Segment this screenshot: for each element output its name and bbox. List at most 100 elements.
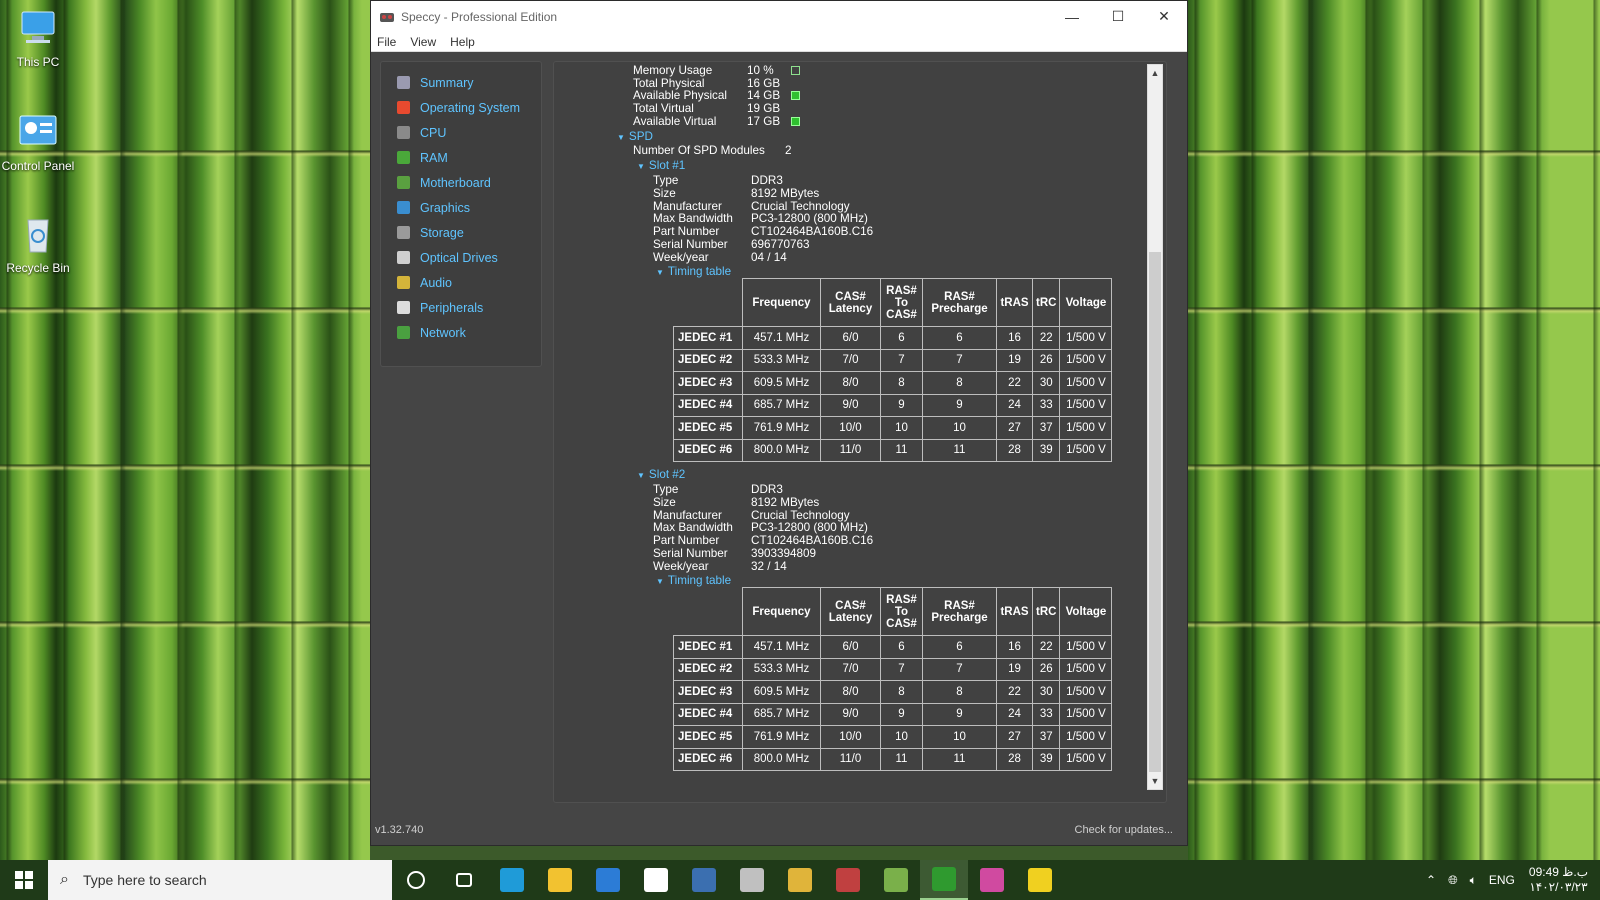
- slot-title[interactable]: Slot #2: [649, 468, 685, 481]
- timing-cell: 1/500 V: [1059, 393, 1113, 417]
- taskbar-app-edge[interactable]: [488, 860, 536, 900]
- timing-cell: 7: [922, 348, 997, 372]
- taskbar-app-speccy[interactable]: [824, 860, 872, 900]
- vertical-scrollbar[interactable]: ▲ ▼: [1147, 64, 1163, 790]
- taskbar-app-paint[interactable]: [776, 860, 824, 900]
- slot-field-row: Size 8192 MBytes: [653, 187, 819, 200]
- collapse-caret-icon[interactable]: ▼: [656, 575, 664, 588]
- slot-field-label: Size: [653, 495, 676, 509]
- memory-row: Total Virtual 19 GB: [633, 102, 791, 115]
- collapse-caret-icon[interactable]: ▼: [637, 160, 645, 173]
- spd-section-title[interactable]: SPD: [629, 130, 653, 143]
- scroll-up-arrow-icon[interactable]: ▲: [1148, 65, 1162, 81]
- timing-cell: 39: [1031, 438, 1061, 462]
- timing-column-header: Voltage: [1059, 587, 1113, 636]
- clock[interactable]: 09:49 ب.ظ ۱۴۰۲/۰۳/۲۳: [1529, 865, 1588, 895]
- sidebar-item-peripherals[interactable]: Peripherals: [381, 295, 541, 320]
- slot-field-label: Type: [653, 483, 679, 496]
- sidebar-item-optical-drives[interactable]: Optical Drives: [381, 245, 541, 270]
- desktop-icon-control-panel[interactable]: Control Panel: [0, 112, 76, 173]
- system-tray: ⌃ 🌐︎ 🔈︎ ENG 09:49 ب.ظ ۱۴۰۲/۰۳/۲۳: [1420, 865, 1600, 895]
- chevron-up-icon[interactable]: ⌃: [1426, 873, 1436, 887]
- timing-cell: 8: [880, 680, 923, 704]
- timing-cell: 22: [1031, 635, 1061, 659]
- slot-title[interactable]: Slot #1: [649, 159, 685, 172]
- sidebar-item-operating-system[interactable]: Operating System: [381, 95, 541, 120]
- sidebar-item-graphics[interactable]: Graphics: [381, 195, 541, 220]
- sidebar-item-network[interactable]: Network: [381, 320, 541, 345]
- globe-icon[interactable]: 🌐︎: [1448, 873, 1458, 888]
- timing-column-header: Frequency: [742, 278, 821, 327]
- close-button[interactable]: ✕: [1141, 1, 1187, 32]
- timing-cell: 11/0: [820, 747, 881, 771]
- recycle-bin-icon: [27, 219, 49, 253]
- taskbar-search-box[interactable]: ⌕ Type here to search: [48, 860, 392, 900]
- sidebar-item-storage[interactable]: Storage: [381, 220, 541, 245]
- spd-modules-value: 2: [785, 144, 792, 157]
- menu-view[interactable]: View: [410, 35, 436, 49]
- scrollbar-thumb[interactable]: [1149, 252, 1161, 772]
- timing-cell: 761.9 MHz: [742, 725, 821, 749]
- timing-row-label: JEDEC #3: [673, 680, 743, 704]
- timing-table-toggle[interactable]: Timing table: [668, 574, 731, 587]
- timing-cell: 30: [1031, 680, 1061, 704]
- taskbar-app-maps[interactable]: [968, 860, 1016, 900]
- sidebar-item-motherboard[interactable]: Motherboard: [381, 170, 541, 195]
- sidebar-item-audio[interactable]: Audio: [381, 270, 541, 295]
- network-icon: [397, 326, 410, 339]
- collapse-caret-icon[interactable]: ▼: [617, 131, 625, 144]
- desktop-icon-recycle-bin[interactable]: Recycle Bin: [0, 214, 76, 275]
- taskbar-app-store[interactable]: [584, 860, 632, 900]
- table-row: JEDEC #2 533.3 MHz 7/0 7 7 19 26 1/500 V: [673, 348, 1113, 372]
- taskbar-app-mail[interactable]: [632, 860, 680, 900]
- timing-cell: 6: [922, 326, 997, 350]
- menu-file[interactable]: File: [377, 35, 396, 49]
- desktop-icon-this-pc[interactable]: This PC: [0, 8, 76, 69]
- taskbar-app-xbox[interactable]: [920, 860, 968, 900]
- scroll-down-arrow-icon[interactable]: ▼: [1148, 773, 1162, 789]
- speccy-icon: [836, 868, 860, 892]
- cortana-icon: [407, 871, 425, 889]
- sidebar-item-summary[interactable]: Summary: [381, 70, 541, 95]
- language-indicator[interactable]: ENG: [1489, 873, 1515, 887]
- desktop-icon-label: This PC: [16, 55, 60, 69]
- timing-cell: 37: [1031, 725, 1061, 749]
- title-bar[interactable]: Speccy - Professional Edition — ☐ ✕: [371, 1, 1187, 32]
- timing-column-header: RAS# Precharge: [922, 587, 997, 636]
- sidebar-item-cpu[interactable]: CPU: [381, 120, 541, 145]
- sidebar-item-label: Graphics: [420, 200, 471, 215]
- taskbar-app-player[interactable]: [1016, 860, 1064, 900]
- check-updates-link[interactable]: Check for updates...: [1075, 824, 1173, 836]
- maximize-button[interactable]: ☐: [1095, 1, 1141, 32]
- timing-cell: 10/0: [820, 416, 881, 440]
- sidebar-item-ram[interactable]: RAM: [381, 145, 541, 170]
- taskbar-app-drive-app[interactable]: [728, 860, 776, 900]
- speaker-icon[interactable]: 🔈︎: [1470, 873, 1477, 888]
- timing-cell: 6/0: [820, 326, 881, 350]
- taskbar-app-file-explorer[interactable]: [536, 860, 584, 900]
- player-icon: [1028, 868, 1052, 892]
- minimize-button[interactable]: —: [1049, 1, 1095, 32]
- sidebar-item-label: RAM: [420, 150, 448, 165]
- timing-cell: 1/500 V: [1059, 747, 1113, 771]
- slot-field-value: CT102464BA160B.C16: [751, 534, 874, 548]
- audio-icon: [397, 276, 410, 289]
- slot-field-row: Type DDR3: [653, 483, 783, 496]
- slot-field-label: Manufacturer: [653, 508, 722, 522]
- collapse-caret-icon[interactable]: ▼: [637, 469, 645, 482]
- taskbar-app-motherboard-app[interactable]: [872, 860, 920, 900]
- taskbar-app-cortana[interactable]: [392, 860, 440, 900]
- timing-table-toggle[interactable]: Timing table: [668, 265, 731, 278]
- timing-cell: 9: [922, 702, 997, 726]
- start-button[interactable]: [0, 860, 48, 900]
- details-scroll-area[interactable]: Memory Usage 10 % Total Physical 16 GB Avail…: [554, 62, 1144, 802]
- timing-cell: 11: [880, 747, 923, 771]
- taskbar-app-calculator[interactable]: [680, 860, 728, 900]
- memory-field-label: Total Virtual: [633, 102, 694, 116]
- slot-field-row: Week/year 32 / 14: [653, 560, 787, 573]
- sidebar: Summary Operating System CPU RAM Motherboard…: [380, 61, 542, 367]
- collapse-caret-icon[interactable]: ▼: [656, 266, 664, 279]
- menu-help[interactable]: Help: [450, 35, 475, 49]
- taskbar-app-task-view[interactable]: [440, 860, 488, 900]
- slot-field-value: 32 / 14: [751, 559, 787, 573]
